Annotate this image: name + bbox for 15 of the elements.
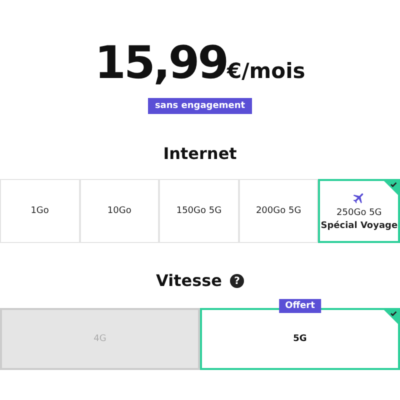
checkmark-icon	[384, 181, 398, 195]
help-icon[interactable]: ?	[230, 274, 244, 288]
price-amount: 15,99	[94, 38, 228, 88]
section-title: Internet	[162, 144, 238, 164]
commitment-badge: sans engagement	[148, 98, 252, 114]
data-plan-option[interactable]: 10Go	[80, 179, 160, 243]
data-plan-option[interactable]: 150Go 5G	[159, 179, 239, 243]
price-unit: €/mois	[227, 59, 306, 83]
data-plan-option[interactable]: 250Go 5G Spécial Voyage	[318, 179, 400, 243]
offer-badge: Offert	[279, 299, 321, 313]
checkmark-icon	[384, 310, 398, 324]
section-title: Vitesse	[156, 271, 222, 291]
data-plan-option[interactable]: 1Go	[0, 179, 80, 243]
speed-option[interactable]: 5G	[200, 308, 400, 370]
data-plan-option[interactable]: 200Go 5G	[238, 179, 318, 243]
